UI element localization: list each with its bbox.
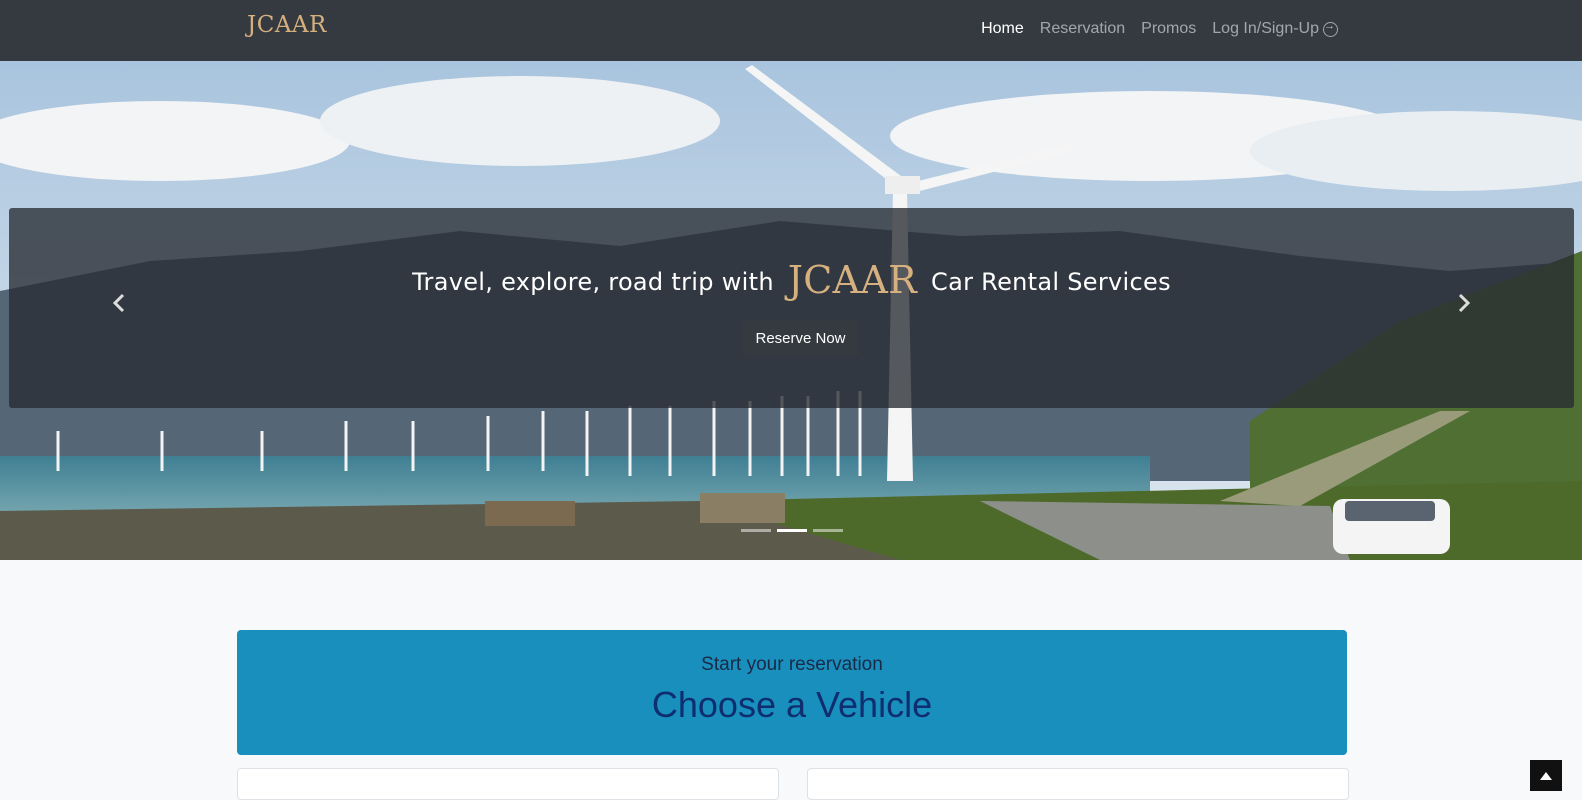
- caret-up-icon: [1540, 771, 1552, 780]
- nav-promos-link[interactable]: Promos: [1141, 20, 1196, 38]
- carousel-indicators: [741, 529, 843, 532]
- carousel-indicator[interactable]: [777, 529, 807, 532]
- caption-pre: Travel, explore, road trip with: [412, 268, 774, 296]
- vehicle-card[interactable]: [807, 768, 1349, 800]
- navbar: JCAAR Home Reservation Promos Log In/Sig…: [0, 0, 1582, 61]
- chevron-right-icon: [1458, 293, 1471, 313]
- scroll-top-button[interactable]: [1530, 760, 1562, 791]
- reservation-banner: Start your reservation Choose a Vehicle: [237, 630, 1347, 755]
- reservation-subtitle: Start your reservation: [701, 654, 883, 675]
- carousel-indicator[interactable]: [741, 529, 771, 532]
- carousel-next-button[interactable]: [1453, 291, 1475, 315]
- nav-links: Home Reservation Promos Log In/Sign-Up: [981, 20, 1338, 38]
- carousel-indicator[interactable]: [813, 529, 843, 532]
- reserve-now-button[interactable]: Reserve Now: [742, 320, 859, 356]
- login-icon: [1323, 20, 1338, 37]
- hero-caption: Travel, explore, road trip with JCAAR Ca…: [9, 208, 1574, 408]
- carousel-prev-button[interactable]: [108, 291, 130, 315]
- reservation-title: Choose a Vehicle: [651, 684, 933, 725]
- hero-caption-text: Travel, explore, road trip with JCAAR Ca…: [9, 258, 1574, 302]
- brand-logo[interactable]: JCAAR: [247, 12, 327, 38]
- nav-home-link[interactable]: Home: [981, 20, 1024, 38]
- nav-login-link[interactable]: Log In/Sign-Up: [1212, 20, 1338, 38]
- caption-brand: JCAAR: [787, 258, 918, 302]
- caption-post: Car Rental Services: [931, 268, 1171, 296]
- hero-carousel: Travel, explore, road trip with JCAAR Ca…: [0, 61, 1582, 560]
- nav-reservation-link[interactable]: Reservation: [1040, 20, 1125, 38]
- nav-login-label: Log In/Sign-Up: [1212, 20, 1319, 37]
- chevron-left-icon: [112, 293, 125, 313]
- vehicle-card[interactable]: [237, 768, 779, 800]
